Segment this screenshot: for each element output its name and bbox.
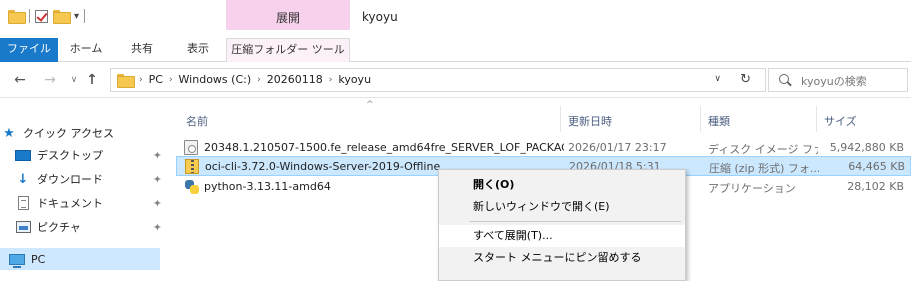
up-button[interactable]: ↑: [84, 72, 100, 88]
column-header-type[interactable]: 種類: [708, 113, 730, 129]
breadcrumb-folder-kyoyu[interactable]: kyoyu: [338, 73, 371, 86]
toolbar-separator: [84, 9, 86, 23]
new-folder-icon[interactable]: [53, 10, 71, 24]
column-divider[interactable]: [560, 106, 561, 132]
breadcrumb-separator: ›: [139, 74, 143, 85]
sidebar-item-desktop[interactable]: デスクトップ ✦: [0, 144, 162, 166]
python-installer-icon: [184, 179, 200, 194]
window-title: kyoyu: [362, 10, 398, 24]
file-type: ディスク イメージ ファ...: [708, 143, 818, 156]
navigation-pane: ★ クイック アクセス デスクトップ ✦ ↓ ダウンロード ✦ ドキュメント ✦…: [0, 98, 176, 281]
contextual-group-label: 展開: [275, 11, 300, 25]
breadcrumb-pc[interactable]: PC: [149, 73, 163, 86]
sidebar-item-quick-access[interactable]: ★ クイック アクセス: [0, 122, 162, 144]
contextual-tab-group: 展開: [226, 0, 350, 30]
file-date: 2026/01/17 23:17: [568, 141, 667, 154]
search-icon: [779, 74, 789, 84]
star-icon: ★: [3, 125, 15, 141]
pin-icon[interactable]: ✦: [153, 149, 162, 162]
address-dropdown-icon[interactable]: ∨: [714, 74, 721, 84]
sidebar-item-pictures[interactable]: ピクチャ ✦: [0, 216, 162, 238]
desktop-icon: [15, 149, 31, 161]
file-size: 64,465 KB: [848, 160, 905, 173]
sidebar-item-downloads[interactable]: ↓ ダウンロード ✦: [0, 168, 162, 190]
menu-item-open-new-window[interactable]: 新しいウィンドウで開く(E): [439, 196, 685, 218]
breadcrumb-separator[interactable]: ›: [329, 75, 333, 85]
menu-item-open[interactable]: 開く(O): [439, 174, 685, 196]
column-header-size[interactable]: サイズ: [824, 113, 857, 129]
pc-icon: [9, 253, 25, 268]
tab-compressed-folder-tools[interactable]: 圧縮フォルダー ツール: [226, 38, 350, 63]
sidebar-item-label: ドキュメント: [37, 197, 103, 210]
pin-icon[interactable]: ✦: [153, 173, 162, 186]
folder-icon[interactable]: [8, 10, 26, 24]
tab-home[interactable]: ホーム: [66, 38, 106, 62]
breadcrumb-separator[interactable]: ›: [257, 75, 261, 85]
forward-button[interactable]: →: [42, 72, 58, 88]
breadcrumb-separator[interactable]: ›: [169, 75, 173, 85]
table-row[interactable]: 20348.1.210507-1500.fe_release_amd64fre_…: [176, 138, 911, 158]
menu-item-pin-to-start[interactable]: スタート メニューにピン留めする: [439, 247, 685, 269]
column-divider[interactable]: [700, 106, 701, 132]
picture-icon: [15, 221, 31, 233]
ribbon-tabs: ファイル ホーム 共有 表示 圧縮フォルダー ツール: [0, 38, 911, 63]
sidebar-item-label: デスクトップ: [37, 149, 103, 162]
breadcrumb-folder-20260118[interactable]: 20260118: [267, 73, 323, 86]
file-name: 20348.1.210507-1500.fe_release_amd64fre_…: [204, 141, 564, 154]
column-header-name[interactable]: 名前: [186, 113, 208, 129]
file-size: 28,102 KB: [847, 180, 904, 193]
properties-checkbox-icon[interactable]: [35, 9, 48, 23]
document-icon: [17, 196, 29, 210]
tab-file[interactable]: ファイル: [0, 38, 58, 62]
column-header-row: ^ 名前 更新日時 種類 サイズ: [176, 98, 911, 134]
address-bar[interactable]: › PC › Windows (C:) › 20260118 › kyoyu ∨…: [110, 68, 766, 92]
search-input[interactable]: kyoyuの検索: [801, 73, 867, 89]
sidebar-item-documents[interactable]: ドキュメント ✦: [0, 192, 162, 214]
pin-icon[interactable]: ✦: [153, 221, 162, 234]
file-type: 圧縮 (zip 形式) フォ...: [709, 162, 819, 175]
recent-locations-button[interactable]: ∨: [66, 72, 82, 88]
navigation-bar: ← → ∨ ↑ › PC › Windows (C:) › 20260118 ›…: [0, 62, 911, 98]
column-divider[interactable]: [816, 106, 817, 132]
sidebar-item-label: PC: [31, 252, 46, 266]
breadcrumb-drive[interactable]: Windows (C:): [179, 73, 252, 86]
quick-access-toolbar: ▾: [8, 6, 86, 26]
zip-folder-icon: [185, 159, 199, 174]
breadcrumb: › PC › Windows (C:) › 20260118 › kyoyu: [139, 73, 371, 86]
pin-icon[interactable]: ✦: [153, 197, 162, 210]
tab-view[interactable]: 表示: [178, 38, 218, 62]
folder-icon: [117, 74, 135, 88]
sidebar-item-label: クイック アクセス: [23, 127, 114, 140]
search-box[interactable]: kyoyuの検索: [768, 68, 908, 92]
column-header-date[interactable]: 更新日時: [568, 113, 612, 129]
file-type: アプリケーション: [708, 182, 796, 195]
refresh-icon[interactable]: ↻: [740, 72, 751, 87]
title-bar: ▾ 展開 kyoyu: [0, 0, 911, 38]
menu-item-extract-all[interactable]: すべて展開(T)...: [439, 225, 685, 247]
sort-ascending-icon: ^: [366, 100, 374, 110]
download-icon: ↓: [17, 171, 29, 187]
context-menu: 開く(O) 新しいウィンドウで開く(E) すべて展開(T)... スタート メニ…: [438, 169, 686, 281]
sidebar-item-label: ピクチャ: [37, 221, 81, 234]
customize-dropdown-icon[interactable]: ▾: [74, 11, 79, 22]
menu-separator: [469, 221, 681, 222]
back-button[interactable]: ←: [12, 72, 28, 88]
toolbar-separator: [29, 9, 30, 23]
file-size: 5,942,880 KB: [829, 141, 904, 154]
sidebar-item-pc[interactable]: PC: [0, 248, 160, 270]
sidebar-item-label: ダウンロード: [37, 173, 103, 186]
disc-image-icon: [184, 140, 198, 155]
tab-share[interactable]: 共有: [122, 38, 162, 62]
